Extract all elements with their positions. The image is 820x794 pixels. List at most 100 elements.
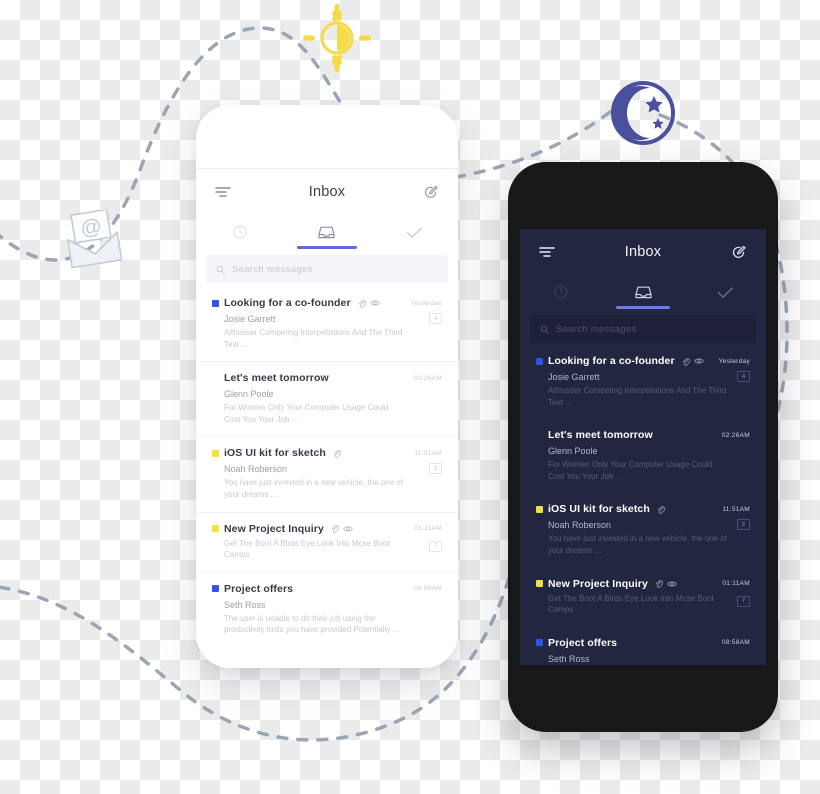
message-list-item[interactable]: New Project Inquiry 01:11AM Get The Boot A…: [520, 568, 766, 627]
attachment-icon: [358, 299, 366, 308]
message-sender: Noah Roberson: [548, 520, 612, 531]
light-appbar: Inbox: [196, 169, 458, 215]
message-subject: Project offers: [548, 636, 618, 649]
dark-phone-screen: Inbox Search messages Looking for a co-f…: [520, 229, 766, 665]
message-sender: Glenn Poole: [224, 389, 274, 400]
message-sender: Josie Garrett: [224, 314, 276, 324]
message-subject: Let's meet tomorrow: [224, 372, 329, 385]
message-list-item[interactable]: Project offers 08:58AM Seth Ross The user i…: [196, 573, 458, 647]
tab-done[interactable]: [371, 215, 458, 249]
light-message-list: Looking for a co-founder Yesterday Josie G…: [196, 285, 458, 647]
dark-theme-phone: Inbox Search messages Looking for a co-f…: [508, 162, 778, 732]
filter-lines-icon[interactable]: [536, 241, 558, 263]
attachment-icon: [682, 357, 690, 366]
unread-status-dot: [212, 585, 219, 593]
eye-icon: [343, 526, 353, 532]
message-timestamp: Yesterday: [410, 299, 442, 307]
unread-status-dot: [536, 357, 543, 365]
message-preview: For Women Only Your Computer Usage Could…: [224, 403, 389, 424]
message-subject: New Project Inquiry: [224, 522, 324, 535]
message-timestamp: 02:26AM: [721, 431, 750, 439]
message-list-item[interactable]: Looking for a co-founder Yesterday Josie G…: [196, 287, 458, 363]
message-timestamp: 08:58AM: [721, 639, 750, 647]
filter-lines-icon[interactable]: [212, 181, 234, 203]
compose-new-message-icon[interactable]: [728, 241, 750, 263]
message-subject: iOS UI kit for sketch: [548, 503, 650, 516]
eye-icon: [369, 300, 380, 306]
message-list-item[interactable]: New Project Inquiry 01:11AM Get The Boot A…: [196, 513, 458, 573]
message-count-badge: 4: [737, 371, 750, 382]
eye-icon: [693, 358, 704, 364]
message-count-badge: 2: [737, 519, 750, 531]
message-subject: Looking for a co-founder: [548, 355, 675, 367]
message-timestamp: 01:11AM: [414, 525, 442, 533]
message-flag-icons: [358, 299, 380, 308]
light-tabbar: [196, 215, 458, 249]
message-count-badge: 4: [429, 313, 442, 324]
tab-inbox[interactable]: [602, 275, 684, 309]
unread-status-dot: [212, 449, 219, 457]
message-sender: Seth Ross: [224, 599, 266, 610]
light-theme-phone: Inbox Search messages Looking for a co-f…: [196, 105, 458, 668]
message-preview: Get The Boot A Birds Eye Look Into Mcse …: [224, 538, 390, 560]
message-timestamp: 08:58AM: [413, 585, 442, 593]
email-at-envelope-icon: @: [67, 210, 123, 268]
message-subject: Looking for a co-founder: [224, 297, 351, 309]
search-input[interactable]: Search messages: [206, 255, 448, 283]
message-subject: New Project Inquiry: [548, 577, 648, 590]
message-timestamp: 01:11AM: [722, 580, 750, 588]
message-timestamp: 02:26AM: [413, 374, 442, 382]
tab-done[interactable]: [684, 275, 766, 309]
tab-inbox[interactable]: [283, 215, 370, 249]
dark-message-list: Looking for a co-founder Yesterday Josie G…: [520, 345, 766, 665]
message-sender: Seth Ross: [548, 653, 590, 664]
message-list-item[interactable]: Let's meet tomorrow 02:26AM Glenn Poole For…: [196, 362, 458, 438]
message-sender: Josie Garrett: [548, 372, 600, 382]
svg-text:@: @: [79, 215, 104, 241]
unread-status-dot: [212, 525, 219, 533]
eye-icon: [667, 581, 677, 587]
moon-stars-icon: [611, 81, 675, 145]
message-count-badge: 7: [429, 540, 442, 552]
message-flag-icons: [657, 505, 665, 514]
message-preview: Get The Boot A Birds Eye Look Into Mcse …: [548, 593, 714, 615]
message-count-badge: 7: [737, 595, 750, 607]
message-subject: Let's meet tomorrow: [548, 429, 653, 442]
tab-snoozed[interactable]: [196, 215, 283, 249]
search-input[interactable]: Search messages: [530, 315, 756, 343]
attachment-icon: [333, 450, 341, 458]
message-sender: Glenn Poole: [548, 446, 598, 457]
message-list-item[interactable]: Project offers08:58AMSeth RossThe user i…: [520, 627, 766, 665]
message-timestamp: 11:51AM: [722, 505, 750, 513]
attachment-icon: [655, 580, 663, 588]
message-subject: Project offers: [224, 582, 294, 595]
message-list-item[interactable]: Looking for a co-founder Yesterday Josie G…: [520, 345, 766, 419]
message-sender: Noah Roberson: [224, 464, 288, 475]
attachment-icon: [657, 506, 665, 514]
dark-appbar: Inbox: [520, 229, 766, 275]
search-placeholder: Search messages: [232, 263, 313, 275]
tab-snoozed[interactable]: [520, 275, 602, 309]
message-timestamp: 11:51AM: [414, 449, 442, 457]
message-preview: Althusser Competing Interpellations And …: [548, 386, 727, 407]
unread-status-dot: [536, 580, 543, 588]
search-placeholder: Search messages: [556, 323, 637, 335]
unread-status-dot: [536, 432, 543, 439]
message-preview: You have just invested in a new vehicle,…: [548, 534, 727, 555]
compose-new-message-icon[interactable]: [420, 181, 442, 203]
unread-status-dot: [536, 505, 543, 513]
light-phone-screen: Inbox Search messages Looking for a co-f…: [196, 168, 458, 668]
attachment-icon: [331, 525, 339, 533]
message-preview: You have just invested in a new vehicle,…: [224, 478, 403, 499]
message-timestamp: Yesterday: [718, 357, 750, 365]
unread-status-dot: [536, 639, 543, 647]
message-preview: Althusser Competing Interpellations And …: [224, 328, 403, 349]
unread-status-dot: [212, 375, 219, 382]
message-list-item[interactable]: iOS UI kit for sketch 11:51AM Noah Roberso…: [196, 437, 458, 513]
dark-tabbar: [520, 275, 766, 309]
message-preview: The user is unable to do their job using…: [224, 613, 400, 635]
message-count-badge: 2: [429, 463, 442, 475]
message-list-item[interactable]: iOS UI kit for sketch 11:51AM Noah Roberso…: [520, 493, 766, 567]
message-preview: For Women Only Your Computer Usage Could…: [548, 460, 713, 481]
message-list-item[interactable]: Let's meet tomorrow 02:26AM Glenn Poole For…: [520, 419, 766, 493]
